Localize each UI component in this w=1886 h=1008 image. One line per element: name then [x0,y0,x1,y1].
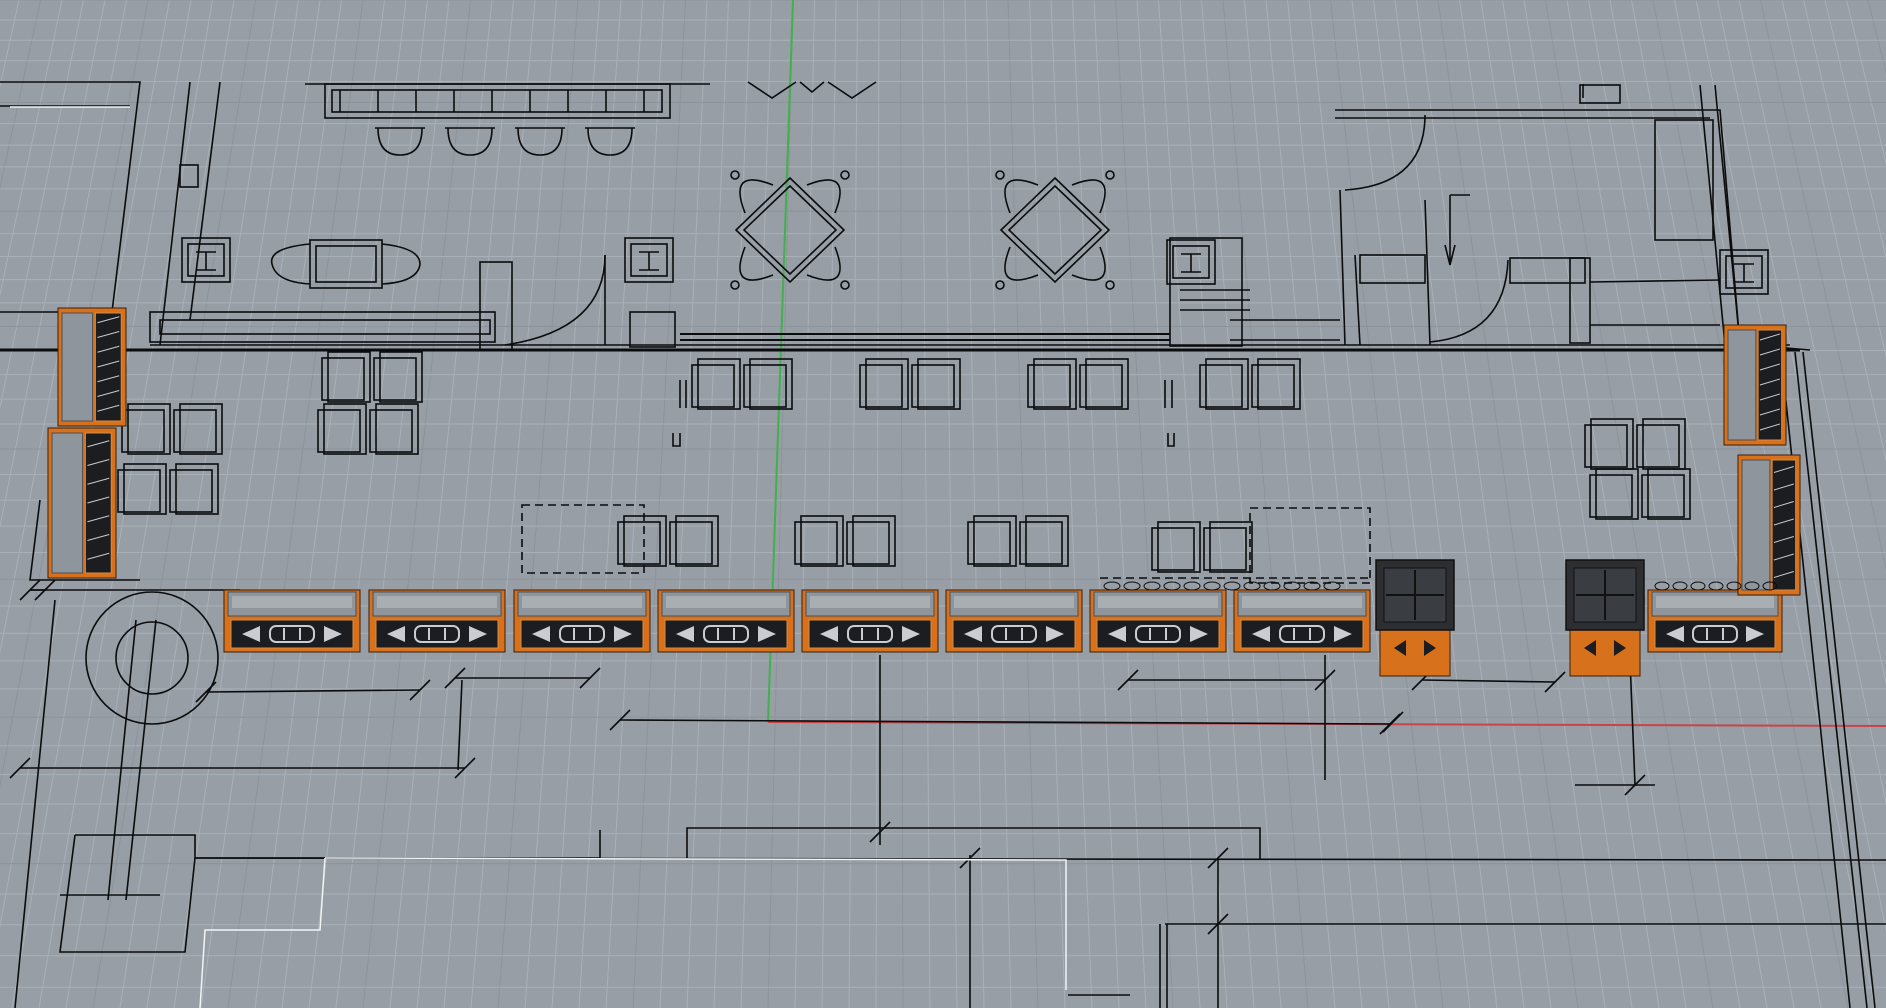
counter-cabinet [945,589,1083,653]
counter-cabinet [801,589,939,653]
counter-cabinet [368,589,506,653]
side-counter-cabinet [47,427,117,579]
corner-cabinet-unit [1565,559,1645,677]
perspective-viewport[interactable] [0,0,1886,1008]
scene-canvas[interactable] [0,0,1886,1008]
counter-cabinet [513,589,651,653]
side-counter-cabinet [1723,324,1787,446]
corner-cabinet-unit [1375,559,1455,677]
counter-cabinet [1647,589,1783,653]
counter-cabinet [1233,589,1371,653]
counter-cabinet [657,589,795,653]
viewport-background [0,0,1886,1008]
side-counter-cabinet [57,307,127,427]
side-counter-cabinet [1737,454,1801,596]
counter-cabinet [1089,589,1227,653]
counter-cabinet [223,589,361,653]
